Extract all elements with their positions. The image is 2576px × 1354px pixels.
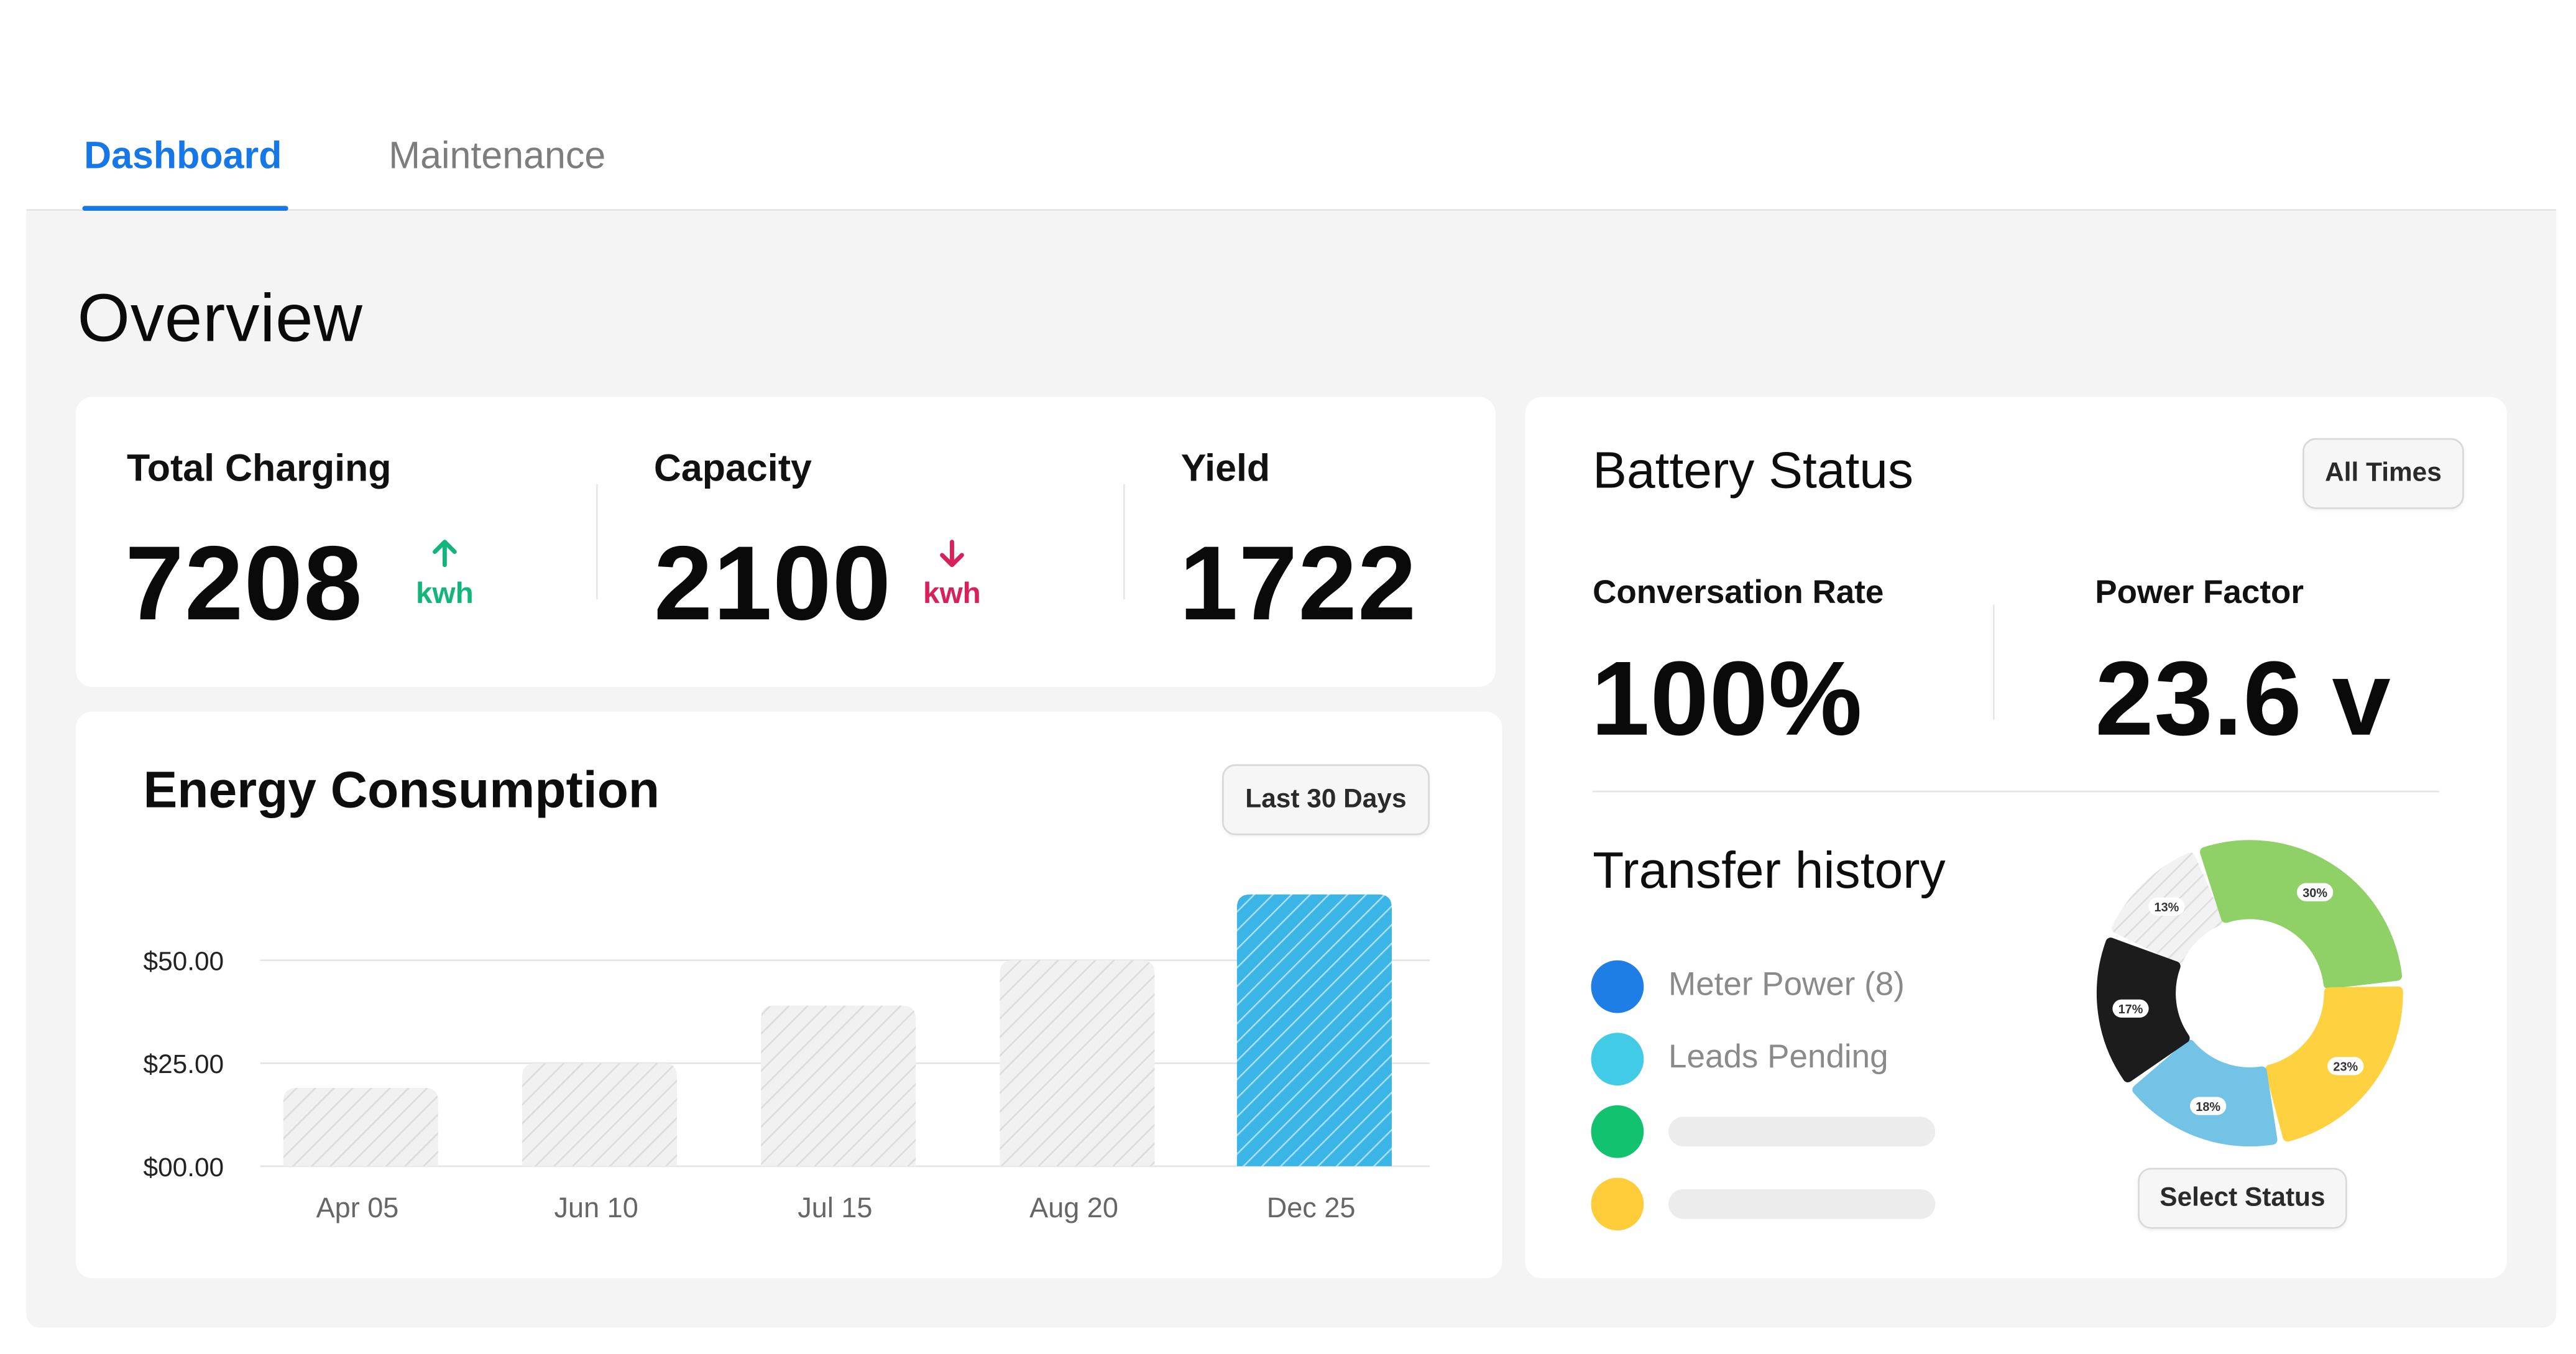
x-tick-label: Jun 10 xyxy=(554,1192,638,1223)
arrow-up-icon xyxy=(433,540,457,568)
legend-placeholder-bar xyxy=(1668,1189,1936,1219)
trend-down-indicator: kwh xyxy=(919,538,985,611)
y-tick-label: $50.00 xyxy=(144,947,224,976)
chart-bars xyxy=(283,894,1392,1166)
x-tick-label: Dec 25 xyxy=(1267,1192,1356,1223)
battery-divider xyxy=(1993,604,1995,720)
bar-jul-15[interactable] xyxy=(761,1005,916,1166)
legend-label-leads-pending: Leads Pending xyxy=(1668,1039,1888,1076)
slice-label: 17% xyxy=(2118,1003,2143,1016)
energy-consumption-card: Energy Consumption Last 30 Days $00.00 $2… xyxy=(75,711,1502,1279)
stat-divider xyxy=(596,484,598,600)
trend-up-indicator: kwh xyxy=(412,538,477,611)
tab-dashboard[interactable]: Dashboard xyxy=(84,132,282,178)
section-divider xyxy=(1593,790,2440,793)
bar-apr-05[interactable] xyxy=(283,1088,438,1166)
stat-label-total-charging: Total Charging xyxy=(127,446,392,489)
tab-bar: Dashboard Maintenance xyxy=(26,0,2557,211)
power-factor-value: 23.6 v xyxy=(2095,639,2391,758)
x-tick-label: Apr 05 xyxy=(316,1192,399,1223)
legend-label-meter-power: Meter Power (8) xyxy=(1668,967,1905,1003)
y-tick-label: $00.00 xyxy=(144,1153,224,1182)
battery-title: Battery Status xyxy=(1593,441,1914,499)
legend-dot-green xyxy=(1591,1105,1644,1158)
unit-label: kwh xyxy=(415,576,474,610)
stat-divider xyxy=(1123,484,1125,600)
transfer-history-title: Transfer history xyxy=(1593,841,1946,900)
stat-value-yield: 1722 xyxy=(1179,523,1417,643)
transfer-history-donut-chart: 13% 30% 23% 18% 17% xyxy=(2096,840,2403,1147)
conversation-rate-value: 100% xyxy=(1591,639,1863,758)
bar-dec-25[interactable] xyxy=(1236,894,1392,1166)
legend-placeholder-bar xyxy=(1668,1117,1936,1147)
y-tick-label: $25.00 xyxy=(144,1049,224,1079)
energy-bar-chart: $00.00 $25.00 $50.00 Apr 05 Jun 10 Jul 15 Aug … xyxy=(144,894,1430,1223)
battery-status-card: Battery Status All Times Conversation Ra… xyxy=(1525,397,2507,1279)
conversation-rate-label: Conversation Rate xyxy=(1593,574,1884,612)
dashboard-canvas: Dashboard Maintenance Overview Total Cha… xyxy=(0,0,2576,1354)
legend-dot-meter-power xyxy=(1591,960,1644,1013)
donut-slice[interactable] xyxy=(2200,840,2403,989)
x-tick-label: Aug 20 xyxy=(1029,1192,1118,1223)
stat-value-total-charging: 7208 xyxy=(125,523,363,643)
bar-jun-10[interactable] xyxy=(522,1063,677,1166)
chart-labels: $00.00 $25.00 $50.00 Apr 05 Jun 10 Jul 15 Aug … xyxy=(144,947,1356,1223)
stat-label-yield: Yield xyxy=(1180,446,1271,489)
arrow-down-icon xyxy=(940,540,964,568)
page-title: Overview xyxy=(77,280,363,356)
legend-dot-leads-pending xyxy=(1591,1033,1644,1086)
slice-label: 13% xyxy=(2155,901,2179,914)
active-tab-indicator xyxy=(82,206,288,211)
slice-label: 18% xyxy=(2196,1100,2220,1114)
stat-label-capacity: Capacity xyxy=(653,446,812,489)
slice-label: 30% xyxy=(2302,887,2327,900)
stats-card: Total Charging 7208 kwh Capacity 2100 kw… xyxy=(75,397,1496,687)
legend-dot-yellow xyxy=(1591,1177,1644,1231)
power-factor-label: Power Factor xyxy=(2095,574,2304,612)
select-status-button[interactable]: Select Status xyxy=(2138,1167,2347,1229)
unit-label: kwh xyxy=(923,576,981,610)
tab-maintenance[interactable]: Maintenance xyxy=(389,132,605,178)
bar-aug-20[interactable] xyxy=(1000,960,1155,1166)
slice-label: 23% xyxy=(2333,1061,2358,1074)
x-tick-label: Jul 15 xyxy=(798,1192,872,1223)
all-times-button[interactable]: All Times xyxy=(2302,438,2464,509)
stat-value-capacity: 2100 xyxy=(653,523,892,643)
